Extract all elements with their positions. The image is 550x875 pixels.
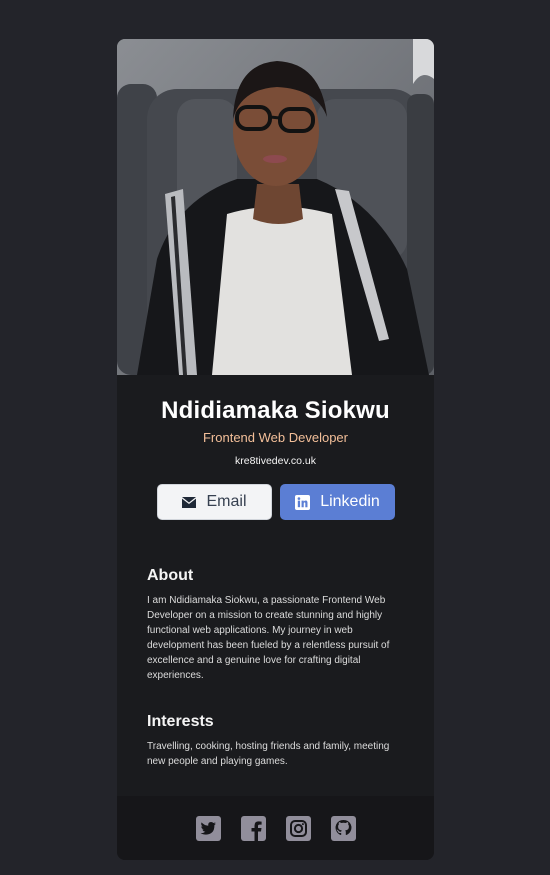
website-link[interactable]: kre8tivedev.co.uk [117,455,434,467]
profile-role: Frontend Web Developer [202,430,348,445]
social-footer [117,796,434,860]
github-icon[interactable] [330,815,356,841]
instagram-icon[interactable] [285,815,311,841]
linkedin-button-label: Linkedin [320,493,380,510]
profile-photo [117,39,434,375]
linkedin-button[interactable]: Linkedin [280,484,395,520]
interests-heading: Interests [147,713,214,730]
about-text: I am Ndidiamaka Siokwu, a passionate Fro… [147,595,390,681]
email-button-label: Email [206,493,247,510]
profile-card: Ndidiamaka Siokwu Frontend Web Developer… [117,39,434,860]
about-heading: About [147,567,194,584]
twitter-icon[interactable] [195,815,221,841]
email-button[interactable]: Email [157,484,272,520]
envelope-icon [182,496,197,508]
profile-name: Ndidiamaka Siokwu [161,397,390,424]
linkedin-icon [295,494,311,510]
interests-text: Travelling, cooking, hosting friends and… [147,741,390,767]
facebook-icon[interactable] [240,815,266,841]
